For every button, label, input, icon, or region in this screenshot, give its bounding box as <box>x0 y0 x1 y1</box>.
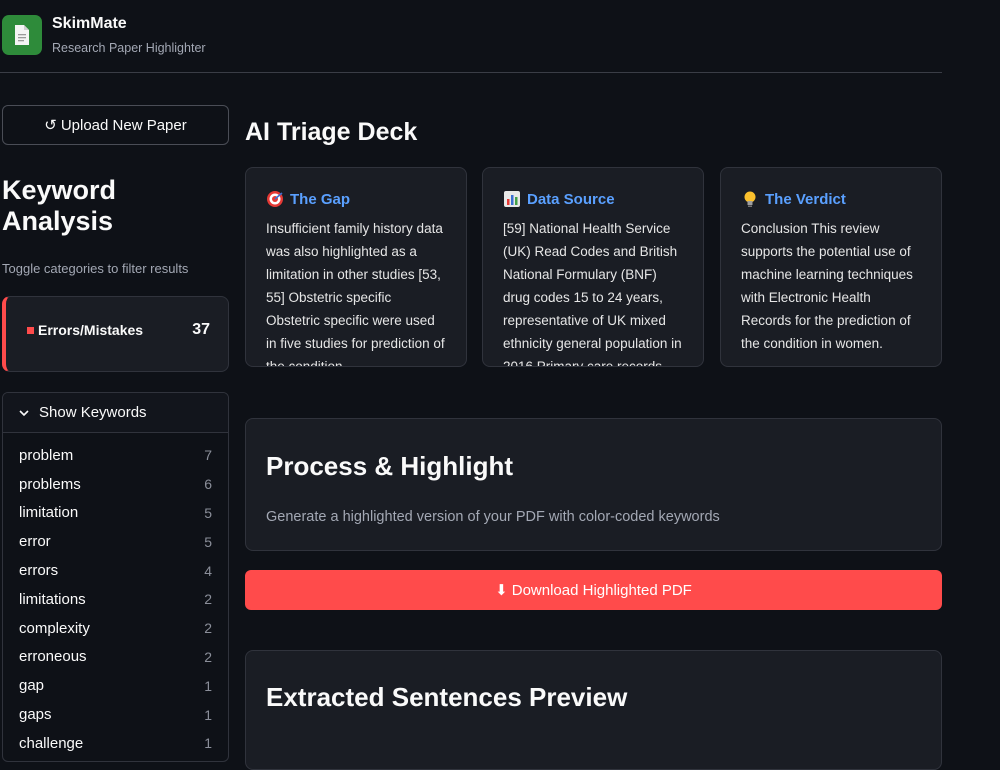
keyword-row: erroneous 2 <box>19 643 212 672</box>
bar-chart-icon <box>503 190 521 208</box>
keyword-count: 1 <box>204 677 212 694</box>
keyword-count: 1 <box>204 706 212 723</box>
keyword-row: limitation 5 <box>19 499 212 528</box>
category-color-swatch <box>27 327 34 334</box>
keyword-count: 2 <box>204 648 212 665</box>
keyword-list: problem 7 problems 6 limitation 5 error 5 er… <box>3 433 228 758</box>
target-icon <box>266 190 284 208</box>
keyword-count: 7 <box>204 447 212 464</box>
keyword-row: gap 1 <box>19 671 212 700</box>
show-keywords-toggle[interactable]: Show Keywords <box>3 393 228 433</box>
card-title: The Verdict <box>765 190 846 208</box>
keyword-row: errors 4 <box>19 556 212 585</box>
card-title: The Gap <box>290 190 351 208</box>
keyword-name: problems <box>19 475 81 493</box>
keyword-row: challenge 1 <box>19 729 212 758</box>
keyword-name: erroneous <box>19 648 87 666</box>
process-title: Process & Highlight <box>266 451 514 481</box>
keyword-name: problem <box>19 446 74 464</box>
keyword-count: 6 <box>204 476 212 493</box>
lightbulb-icon <box>741 190 759 208</box>
document-icon <box>2 15 42 55</box>
keyword-row: gaps 1 <box>19 700 212 729</box>
keyword-row: error 5 <box>19 527 212 556</box>
triage-card-verdict: The Verdict Conclusion This review suppo… <box>720 167 942 367</box>
download-highlighted-pdf-button[interactable]: ⬇ Download Highlighted PDF <box>245 570 942 610</box>
extracted-sentences-preview: Extracted Sentences Preview <box>245 650 942 770</box>
keyword-name: errors <box>19 562 59 580</box>
keyword-count: 5 <box>204 504 212 521</box>
keyword-count: 1 <box>204 735 212 752</box>
app-subtitle: Research Paper Highlighter <box>52 41 206 55</box>
category-toggle-errors[interactable]: Errors/Mistakes 37 <box>2 296 229 372</box>
download-button-label: Download Highlighted PDF <box>511 581 692 599</box>
process-highlight-section: Process & Highlight Generate a highlight… <box>245 418 942 551</box>
filter-hint: Toggle categories to filter results <box>2 261 189 276</box>
keyword-row: problem 7 <box>19 441 212 470</box>
preview-title: Extracted Sentences Preview <box>266 682 628 712</box>
keyword-name: limitations <box>19 590 86 608</box>
refresh-icon: ↺ <box>44 117 57 134</box>
card-body: Conclusion This review supports the pote… <box>741 221 913 351</box>
card-body: [59] National Health Service (UK) Read C… <box>503 221 682 367</box>
keyword-row: limitations 2 <box>19 585 212 614</box>
keyword-analysis-title: Keyword Analysis <box>2 175 117 236</box>
keyword-count: 2 <box>204 591 212 608</box>
card-title: Data Source <box>527 190 615 208</box>
chevron-down-icon <box>19 409 29 416</box>
keyword-count: 5 <box>204 533 212 550</box>
app-title: SkimMate <box>52 15 127 32</box>
sidebar: ↺ Upload New Paper Keyword Analysis Togg… <box>0 73 232 762</box>
keyword-name: limitation <box>19 504 79 522</box>
triage-card-gap: The Gap Insufficient family history data… <box>245 167 467 367</box>
keyword-count: 2 <box>204 620 212 637</box>
show-keywords-label: Show Keywords <box>39 404 147 421</box>
keywords-expander: Show Keywords problem 7 problems 6 limitat… <box>2 392 229 762</box>
category-count: 37 <box>192 321 210 338</box>
app-header: SkimMate Research Paper Highlighter <box>0 0 942 73</box>
keyword-name: complexity <box>19 619 90 637</box>
category-label: Errors/Mistakes <box>38 322 144 338</box>
keyword-name: challenge <box>19 734 84 752</box>
keyword-row: complexity 2 <box>19 614 212 643</box>
keyword-name: gap <box>19 677 45 695</box>
keyword-row: problems 6 <box>19 470 212 499</box>
process-description: Generate a highlighted version of your P… <box>266 509 720 525</box>
download-icon: ⬇ <box>495 582 508 599</box>
triage-card-data-source: Data Source [59] National Health Service… <box>482 167 704 367</box>
keyword-name: error <box>19 533 51 551</box>
card-body: Insufficient family history data was als… <box>266 221 445 367</box>
upload-button-label: Upload New Paper <box>60 116 187 134</box>
keyword-count: 4 <box>204 562 212 579</box>
keyword-name: gaps <box>19 706 52 724</box>
upload-new-paper-button[interactable]: ↺ Upload New Paper <box>2 105 229 145</box>
page-title: AI Triage Deck <box>245 118 418 146</box>
